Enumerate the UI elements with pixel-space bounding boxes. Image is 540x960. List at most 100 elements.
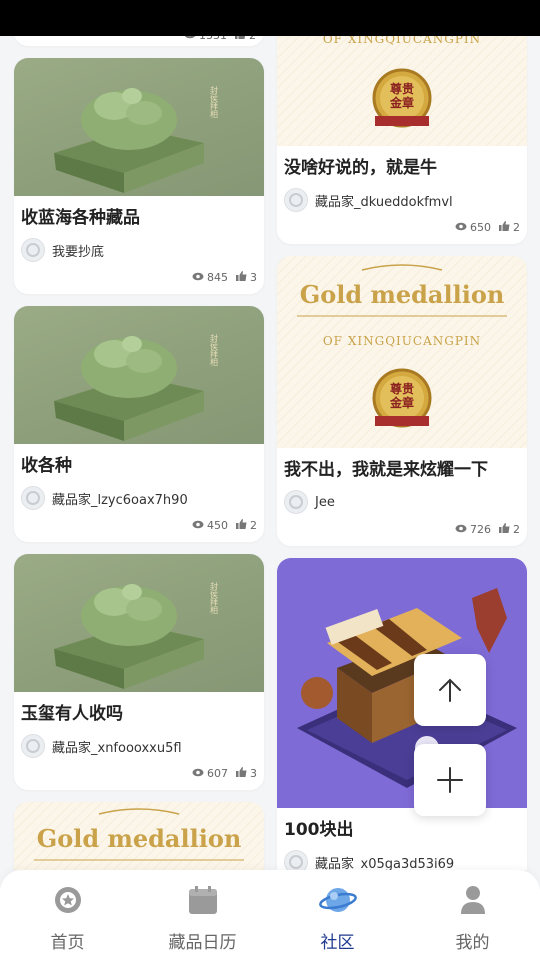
like-count: 2	[249, 36, 256, 42]
eye-icon	[455, 221, 467, 234]
post-author[interactable]: 藏品家_lzyc6oax7h90	[21, 486, 257, 510]
feed-column-left: 1331 2 封侯拜相	[14, 36, 264, 870]
thumb-up-icon	[236, 270, 247, 284]
tab-calendar[interactable]: 藏品日历	[135, 870, 270, 960]
bottom-tab-bar: 首页 藏品日历 社区 我的	[0, 870, 540, 960]
user-icon	[459, 884, 487, 920]
post-stats: 650 2	[284, 220, 520, 234]
author-name: 藏品家_lzyc6oax7h90	[52, 492, 188, 508]
avatar	[21, 486, 45, 510]
create-post-button[interactable]	[414, 744, 486, 816]
post-title: 收蓝海各种藏品	[21, 208, 140, 228]
view-count: 726	[470, 522, 491, 536]
post-card[interactable]: 封侯拜相 玉玺有人收吗 藏品家_xnfoooxxu5fl 607 3	[14, 554, 264, 790]
eye-icon	[192, 767, 204, 780]
post-card[interactable]: 封侯拜相 收各种 藏品家_lzyc6oax7h90 450 2	[14, 306, 264, 542]
gold-seal-badge: 尊贵 金章	[365, 64, 439, 138]
status-bar	[0, 0, 540, 36]
shop-stall-image	[277, 558, 527, 808]
medallion-image: OF XINGQIUCANGPIN 尊贵 金章	[277, 36, 527, 146]
post-stats: 450 2	[21, 518, 257, 532]
view-count: 607	[207, 766, 228, 780]
eye-icon	[184, 36, 196, 42]
avatar	[21, 238, 45, 262]
thumb-up-icon	[236, 518, 247, 532]
seal-text: 尊贵 金章	[389, 382, 414, 410]
view-count: 1331	[199, 36, 227, 42]
avatar	[284, 490, 308, 514]
post-card[interactable]: 封侯拜相 收蓝海各种藏品 我要抄底 845 3	[14, 58, 264, 294]
post-title: 玉玺有人收吗	[21, 704, 123, 724]
like-count: 3	[250, 766, 257, 780]
gold-seal-badge: 尊贵 金章	[365, 364, 439, 438]
post-card[interactable]: Gold medallion OF XINGQIUCANGPIN 尊贵 金章 我…	[277, 256, 527, 546]
post-author[interactable]: Jee	[284, 490, 520, 514]
author-name: 藏品家_x05ga3d53i69	[315, 856, 455, 871]
thumb-up-icon	[499, 522, 510, 536]
tab-label: 藏品日历	[168, 933, 237, 953]
jade-seal-image: 封侯拜相	[14, 306, 264, 444]
tab-label: 我的	[455, 933, 490, 953]
medallion-image: Gold medallion OF XINGQIUCANGPIN 尊贵 金章	[277, 256, 527, 448]
post-title: 我不出，我就是来炫耀一下	[284, 460, 488, 480]
eye-icon	[192, 519, 204, 532]
post-author[interactable]: 藏品家_xnfoooxxu5fl	[21, 734, 257, 758]
scroll-to-top-button[interactable]	[414, 654, 486, 726]
svg-text:封侯拜相: 封侯拜相	[210, 333, 219, 367]
view-count: 845	[207, 270, 228, 284]
view-count: 450	[207, 518, 228, 532]
like-count: 2	[250, 518, 257, 532]
post-title: 收各种	[21, 456, 72, 476]
thumb-up-icon	[236, 766, 247, 780]
tab-label: 首页	[50, 933, 85, 953]
tab-label: 社区	[320, 933, 355, 953]
author-name: 藏品家_dkueddokfmvl	[315, 194, 453, 210]
tab-community[interactable]: 社区	[270, 870, 405, 960]
post-card[interactable]: OF XINGQIUCANGPIN 尊贵 金章 没啥好说的，就是牛 藏品家_dk…	[277, 36, 527, 244]
like-count: 2	[513, 220, 520, 234]
post-author[interactable]: 藏品家_dkueddokfmvl	[284, 188, 520, 212]
medallion-subtitle: OF XINGQIUCANGPIN	[322, 334, 482, 348]
author-name: 藏品家_xnfoooxxu5fl	[52, 740, 182, 756]
medallion-heading: Gold medallion	[36, 824, 242, 853]
jade-seal-image: 封侯拜相	[14, 58, 264, 196]
planet-icon	[318, 884, 357, 920]
eye-icon	[455, 523, 467, 536]
medallion-image: Gold medallion	[14, 802, 264, 870]
svg-text:封侯拜相: 封侯拜相	[210, 581, 219, 615]
svg-text:封侯拜相: 封侯拜相	[210, 85, 219, 119]
medallion-subtitle: OF XINGQIUCANGPIN	[322, 36, 482, 46]
post-stats: 726 2	[284, 522, 520, 536]
arrow-up-icon	[439, 678, 461, 702]
post-title: 100块出	[284, 820, 354, 840]
post-card[interactable]: 1331 2	[14, 36, 264, 46]
avatar	[284, 850, 308, 870]
post-card[interactable]: 100块出 藏品家_x05ga3d53i69	[277, 558, 527, 870]
post-stats: 607 3	[21, 766, 257, 780]
jade-seal-image: 封侯拜相	[14, 554, 264, 692]
seal-text: 尊贵 金章	[389, 82, 414, 110]
post-card[interactable]: Gold medallion	[14, 802, 264, 870]
author-name: Jee	[315, 494, 335, 510]
post-title: 没啥好说的，就是牛	[284, 158, 437, 178]
thumb-up-icon	[235, 36, 246, 42]
post-author[interactable]: 藏品家_x05ga3d53i69	[284, 850, 520, 870]
author-name: 我要抄底	[52, 244, 105, 260]
avatar	[284, 188, 308, 212]
thumb-up-icon	[499, 220, 510, 234]
calendar-icon	[187, 884, 219, 920]
plus-icon	[437, 767, 463, 793]
eye-icon	[192, 271, 204, 284]
badge-icon	[53, 884, 83, 920]
post-stats: 845 3	[21, 270, 257, 284]
post-author[interactable]: 我要抄底	[21, 238, 257, 262]
like-count: 3	[250, 270, 257, 284]
avatar	[21, 734, 45, 758]
post-stats: 1331 2	[14, 36, 264, 42]
medallion-heading: Gold medallion	[299, 280, 505, 309]
view-count: 650	[470, 220, 491, 234]
tab-home[interactable]: 首页	[0, 870, 135, 960]
feed-column-right: OF XINGQIUCANGPIN 尊贵 金章 没啥好说的，就是牛 藏品家_dk…	[277, 36, 527, 870]
like-count: 2	[513, 522, 520, 536]
tab-profile[interactable]: 我的	[405, 870, 540, 960]
